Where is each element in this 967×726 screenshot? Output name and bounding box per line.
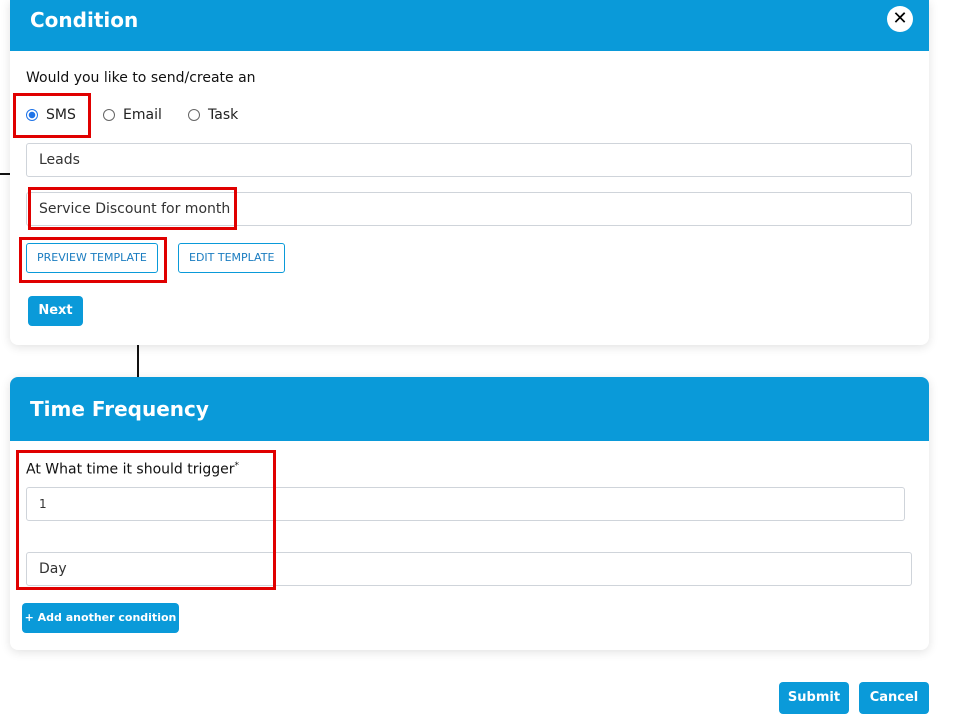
connector-line-vertical — [137, 345, 139, 378]
highlight-trigger-fields — [16, 450, 276, 590]
radio-task-indicator[interactable] — [188, 109, 200, 121]
add-another-condition-button[interactable]: + Add another condition — [22, 603, 179, 633]
close-icon[interactable]: ✕ — [887, 6, 913, 32]
send-type-question: Would you like to send/create an — [26, 70, 256, 86]
next-button[interactable]: Next — [28, 296, 83, 326]
time-frequency-title: Time Frequency — [30, 397, 209, 421]
condition-title: Condition — [30, 8, 139, 32]
condition-header: Condition ✕ — [10, 0, 929, 51]
cancel-button[interactable]: Cancel — [859, 682, 929, 714]
highlight-sms-option — [13, 93, 91, 138]
radio-email-label: Email — [123, 107, 162, 123]
submit-button[interactable]: Submit — [779, 682, 849, 714]
radio-email-indicator[interactable] — [103, 109, 115, 121]
highlight-template-field — [28, 187, 237, 230]
radio-task-label: Task — [208, 107, 239, 123]
condition-card: Condition ✕ Would you like to send/creat… — [10, 0, 929, 345]
audience-select[interactable]: Leads — [26, 143, 912, 177]
radio-task[interactable]: Task — [188, 107, 238, 123]
highlight-preview-button — [19, 237, 167, 283]
edit-template-button[interactable]: EDIT TEMPLATE — [178, 243, 286, 273]
radio-email[interactable]: Email — [103, 107, 162, 123]
time-frequency-header: Time Frequency — [10, 377, 929, 441]
